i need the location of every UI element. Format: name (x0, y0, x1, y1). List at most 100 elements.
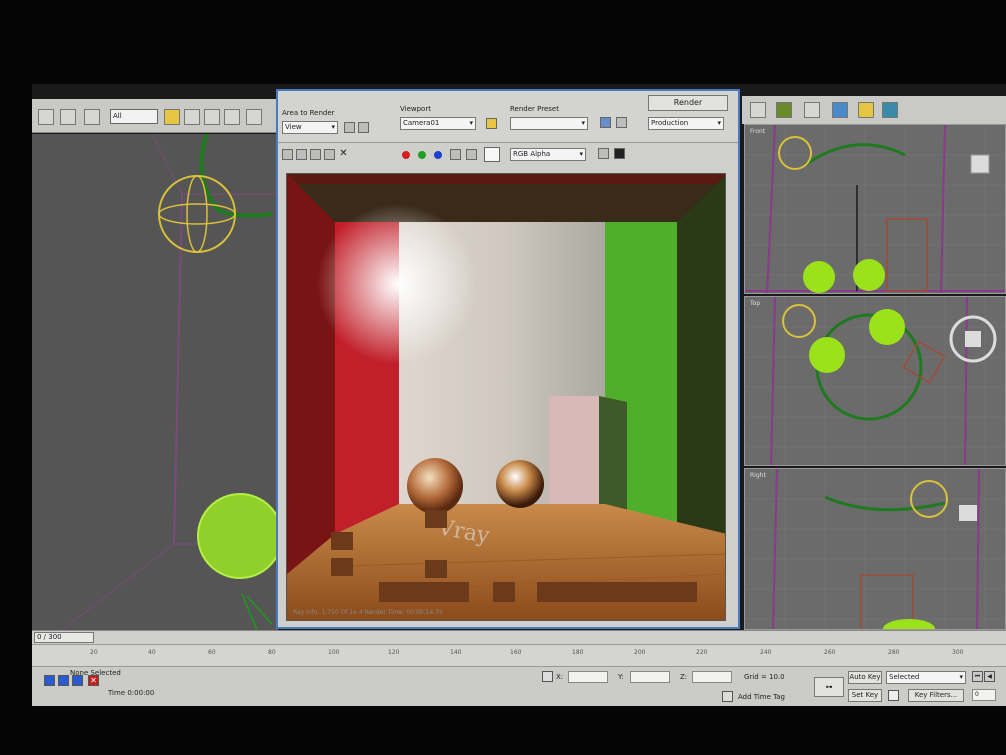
ruler-tick: 20 (90, 649, 98, 656)
lock-icon[interactable] (486, 118, 497, 129)
active-shade-icon[interactable] (882, 102, 898, 118)
app-screen: All Area to Render View ▾ Viewport Camer… (32, 84, 1006, 706)
render-status-text: Ray Info: 1,750 Of 1e 4 Render Time: 00:… (293, 609, 443, 616)
select-object-icon[interactable] (164, 109, 180, 125)
command-panel-toolbar (742, 96, 1006, 124)
lock-selection-icon[interactable] (542, 671, 553, 682)
swatch-icon[interactable] (484, 147, 500, 162)
add-time-tag-button[interactable]: Add Time Tag (738, 693, 785, 701)
save-image-icon[interactable] (282, 149, 293, 160)
top-viewport-wireframe (745, 297, 1005, 465)
ruler-tick: 280 (888, 649, 900, 656)
copy-image-icon[interactable] (296, 149, 307, 160)
move-icon[interactable] (246, 109, 262, 125)
selection-status: None Selected (70, 669, 121, 677)
area-to-render-dropdown[interactable]: View (282, 121, 338, 134)
ruler-tick: 100 (328, 649, 340, 656)
perspective-wireframe (32, 134, 278, 630)
ruler-tick: 120 (388, 649, 400, 656)
rectangle-region-icon[interactable] (204, 109, 220, 125)
red-channel-icon[interactable] (402, 151, 410, 159)
grid-size: Grid = 10.0 (744, 673, 785, 681)
select-by-name-icon[interactable] (184, 109, 200, 125)
bind-spacewarp-icon[interactable] (84, 109, 100, 125)
area-to-render-label: Area to Render (282, 109, 335, 117)
time-tag-icon[interactable] (722, 691, 733, 702)
viewport-dropdown[interactable]: Camera01 (400, 117, 476, 130)
monochrome-icon[interactable] (466, 149, 477, 160)
status-bar: ✕ None Selected Time 0:00:00 X: Y: Z: Gr… (32, 666, 1006, 706)
rendered-image: Vray Ray Info: 1,750 Of 1e 4 Render Time… (286, 173, 726, 621)
ruler-tick: 200 (634, 649, 646, 656)
right-viewport[interactable]: Right (744, 468, 1006, 630)
x-label: X: (556, 673, 564, 681)
previous-frame-icon[interactable]: ◀ (984, 671, 995, 682)
right-viewport-wireframe (745, 469, 1005, 629)
ruler-tick: 240 (760, 649, 772, 656)
quick-render-icon[interactable] (858, 102, 874, 118)
ruler-tick: 260 (824, 649, 836, 656)
current-frame-field[interactable]: 0 (972, 689, 996, 701)
z-label: Z: (680, 673, 688, 681)
maxscript-icon[interactable] (44, 675, 55, 686)
rendered-scene: Vray (287, 174, 725, 620)
material-editor-icon[interactable] (776, 102, 792, 118)
ruler-tick: 220 (696, 649, 708, 656)
x-coordinate-field[interactable] (568, 671, 608, 683)
environment-icon[interactable] (616, 117, 627, 128)
render-frame-window: Area to Render View Viewport Camera01 Re… (276, 89, 740, 629)
alpha-channel-icon[interactable] (450, 149, 461, 160)
render-setup-icon[interactable] (600, 117, 611, 128)
time-slider[interactable]: 0 / 300 (32, 630, 1006, 644)
auto-region-icon[interactable] (358, 122, 369, 133)
clear-icon[interactable]: ✕ (338, 149, 349, 160)
select-link-icon[interactable] (38, 109, 54, 125)
y-coordinate-field[interactable] (630, 671, 670, 683)
ruler-tick: 180 (572, 649, 584, 656)
key-filters-button[interactable]: Key Filters... (908, 689, 964, 702)
window-crossing-icon[interactable] (224, 109, 240, 125)
production-dropdown[interactable]: Production (648, 117, 724, 130)
selection-filter-dropdown[interactable]: All (110, 109, 158, 124)
ruler-tick: 160 (510, 649, 522, 656)
ruler-tick: 60 (208, 649, 216, 656)
ruler-tick: 300 (952, 649, 964, 656)
edit-region-icon[interactable] (344, 122, 355, 133)
render-frame-icon[interactable] (832, 102, 848, 118)
render-setup-icon[interactable] (804, 102, 820, 118)
key-mode-icon[interactable]: ⊶ (814, 677, 844, 697)
time-display: Time 0:00:00 (108, 689, 155, 697)
front-viewport-label: Front (750, 128, 766, 135)
right-viewport-label: Right (750, 472, 766, 479)
perspective-viewport[interactable] (32, 134, 278, 630)
time-slider-thumb[interactable]: 0 / 300 (34, 632, 94, 643)
toggle-ui-icon[interactable] (598, 148, 609, 159)
ruler-tick: 40 (148, 649, 156, 656)
unlink-icon[interactable] (60, 109, 76, 125)
green-channel-icon[interactable] (418, 151, 426, 159)
timeline-ruler[interactable]: 20 40 60 80 100 120 140 160 180 200 220 … (32, 644, 1006, 666)
render-settings-header: Area to Render View Viewport Camera01 Re… (278, 91, 738, 143)
go-to-start-icon[interactable]: ⏮ (972, 671, 983, 682)
ruler-tick: 80 (268, 649, 276, 656)
auto-key-filter-dropdown[interactable]: Selected (886, 671, 966, 684)
graph-icon[interactable] (750, 102, 766, 118)
listener-icon[interactable] (58, 675, 69, 686)
z-coordinate-field[interactable] (692, 671, 732, 683)
auto-key-button[interactable]: Auto Key (848, 671, 882, 684)
viewport-label: Viewport (400, 105, 431, 113)
front-viewport[interactable]: Front (744, 124, 1006, 294)
render-preset-label: Render Preset (510, 105, 559, 113)
channel-dropdown[interactable]: RGB Alpha (510, 148, 586, 161)
clone-frame-icon[interactable] (310, 149, 321, 160)
render-button[interactable]: Render (648, 95, 728, 111)
blue-channel-icon[interactable] (434, 151, 442, 159)
set-key-icon[interactable] (888, 690, 899, 701)
main-toolbar: All (32, 99, 282, 133)
top-viewport[interactable]: Top (744, 296, 1006, 466)
display-icon[interactable] (614, 148, 625, 159)
set-key-button[interactable]: Set Key (848, 689, 882, 702)
front-viewport-wireframe (745, 125, 1005, 293)
render-preset-dropdown[interactable] (510, 117, 588, 130)
print-icon[interactable] (324, 149, 335, 160)
